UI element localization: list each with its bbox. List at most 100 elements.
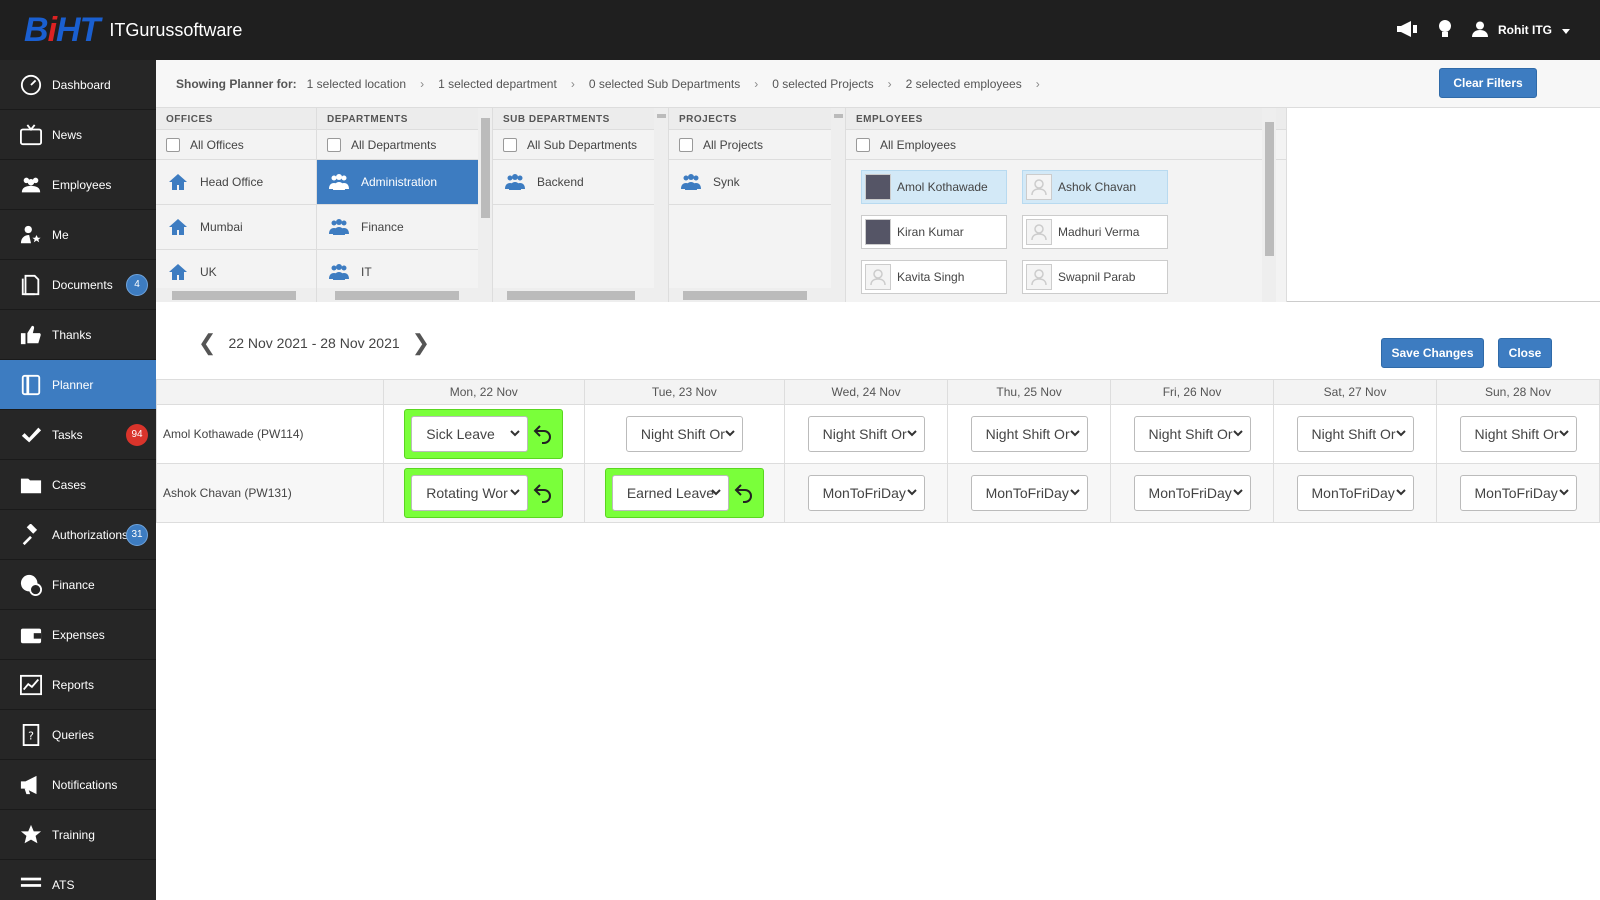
- all-departments-checkbox-row[interactable]: All Departments: [317, 130, 492, 160]
- horizontal-scrollbar[interactable]: [156, 288, 316, 302]
- employee-chip-madhuri-verma[interactable]: Madhuri Verma: [1022, 215, 1168, 249]
- rupee-icon: [20, 574, 52, 596]
- planner-icon: [20, 374, 52, 396]
- previous-week-icon[interactable]: ❮: [198, 330, 216, 356]
- sidebar-item-dashboard[interactable]: Dashboard: [0, 60, 156, 110]
- departments-item-finance[interactable]: Finance: [317, 205, 492, 250]
- filter-panels: OFFICES All Offices Head Office Mumbai UK DE…: [156, 108, 1600, 302]
- next-week-icon[interactable]: ❯: [412, 330, 430, 356]
- save-changes-button[interactable]: Save Changes: [1381, 338, 1484, 368]
- sidebar-item-news[interactable]: News: [0, 110, 156, 160]
- checkbox[interactable]: [503, 137, 517, 152]
- sidebar-item-expenses[interactable]: Expenses: [0, 610, 156, 660]
- employee-chip-kavita-singh[interactable]: Kavita Singh: [861, 260, 1007, 294]
- item-label: Administration: [361, 175, 438, 189]
- sidebar-item-reports[interactable]: Reports: [0, 660, 156, 710]
- all-employees-checkbox-row[interactable]: All Employees: [846, 130, 1286, 160]
- clear-filters-button[interactable]: Clear Filters: [1439, 68, 1537, 98]
- megaphone-icon[interactable]: [1396, 20, 1418, 40]
- vertical-scrollbar[interactable]: [831, 108, 845, 288]
- shift-select[interactable]: MonToFriDay: [1459, 475, 1577, 511]
- shift-select[interactable]: MonToFriDay: [970, 475, 1088, 511]
- horizontal-scrollbar[interactable]: [669, 288, 845, 302]
- filter-crumb[interactable]: 0 selected Sub Departments: [589, 77, 740, 91]
- undo-icon[interactable]: [532, 481, 556, 505]
- departments-panel: DEPARTMENTS All Departments Administration…: [317, 108, 493, 302]
- sidebar-item-ats[interactable]: ATS: [0, 860, 156, 900]
- sidebar-item-notifications[interactable]: Notifications: [0, 760, 156, 810]
- checkbox[interactable]: [166, 137, 180, 152]
- employee-name: Madhuri Verma: [1058, 225, 1140, 239]
- shift-cell-box: Sick Leave: [404, 409, 564, 459]
- horizontal-scrollbar[interactable]: [317, 288, 492, 302]
- shift-select[interactable]: Night Shift Or: [1296, 416, 1414, 452]
- sidebar-item-planner[interactable]: Planner: [0, 360, 156, 410]
- all-subdepartments-checkbox-row[interactable]: All Sub Departments: [493, 130, 668, 160]
- company-logo[interactable]: BiHT: [24, 11, 100, 50]
- filter-crumb[interactable]: 2 selected employees: [906, 77, 1022, 91]
- shift-cell: Night Shift Or: [1110, 404, 1275, 464]
- checkbox[interactable]: [856, 137, 870, 152]
- shift-cell: MonToFriDay: [1436, 463, 1600, 523]
- user-menu[interactable]: Rohit ITG: [1472, 21, 1570, 40]
- undo-icon[interactable]: [532, 422, 556, 446]
- sidebar-item-finance[interactable]: Finance: [0, 560, 156, 610]
- projects-item-synk[interactable]: Synk: [669, 160, 845, 205]
- undo-icon[interactable]: [733, 481, 757, 505]
- offices-item-mumbai[interactable]: Mumbai: [156, 205, 316, 250]
- employee-chip-swapnil-parab[interactable]: Swapnil Parab: [1022, 260, 1168, 294]
- checkbox[interactable]: [327, 137, 341, 152]
- all-projects-checkbox-row[interactable]: All Projects: [669, 130, 845, 160]
- shift-cell-box: MonToFriDay: [1128, 469, 1257, 517]
- vertical-scrollbar[interactable]: [478, 108, 492, 288]
- shift-select[interactable]: Night Shift Or: [970, 416, 1088, 452]
- shift-select[interactable]: Night Shift Or: [1459, 416, 1577, 452]
- sidebar-item-tasks[interactable]: Tasks 94: [0, 410, 156, 460]
- shift-select[interactable]: Night Shift Or: [1133, 416, 1251, 452]
- sidebar-item-thanks[interactable]: Thanks: [0, 310, 156, 360]
- filter-crumb[interactable]: 1 selected location: [307, 77, 406, 91]
- item-label: UK: [200, 265, 217, 279]
- gavel-icon: [20, 523, 52, 546]
- all-offices-checkbox-row[interactable]: All Offices: [156, 130, 316, 160]
- vertical-scrollbar[interactable]: [654, 108, 668, 288]
- lightbulb-icon[interactable]: [1438, 19, 1452, 41]
- shift-value: MonToFriDay: [822, 485, 906, 501]
- shift-select[interactable]: Night Shift Or: [625, 416, 743, 452]
- sidebar-item-training[interactable]: Training: [0, 810, 156, 860]
- shift-select[interactable]: Sick Leave: [411, 416, 529, 452]
- shift-select[interactable]: MonToFriDay: [1133, 475, 1251, 511]
- shift-value: Night Shift Or: [1148, 426, 1233, 442]
- shift-select[interactable]: Rotating Wor: [411, 475, 529, 511]
- shift-select[interactable]: MonToFriDay: [807, 475, 925, 511]
- chevron-right-icon: ›: [420, 76, 425, 91]
- shift-select[interactable]: Night Shift Or: [807, 416, 925, 452]
- day-column-header: Mon, 22 Nov: [383, 379, 585, 405]
- filter-crumb[interactable]: 1 selected department: [438, 77, 557, 91]
- users-icon: [20, 174, 52, 196]
- close-button[interactable]: Close: [1498, 338, 1552, 368]
- departments-item-administration[interactable]: Administration: [317, 160, 492, 205]
- sidebar-item-cases[interactable]: Cases: [0, 460, 156, 510]
- subdepartments-item-backend[interactable]: Backend: [493, 160, 668, 205]
- shift-cell-box: Earned Leave: [604, 468, 764, 518]
- sidebar-item-me[interactable]: Me: [0, 210, 156, 260]
- shift-select[interactable]: MonToFriDay: [1296, 475, 1414, 511]
- checkbox[interactable]: [679, 137, 693, 152]
- question-doc-icon: ?: [20, 723, 52, 746]
- sidebar-item-queries[interactable]: ? Queries: [0, 710, 156, 760]
- employee-chip-amol-kothawade[interactable]: Amol Kothawade: [861, 170, 1007, 204]
- chevron-down-icon: [906, 430, 917, 437]
- sidebar-item-authorizations[interactable]: Authorizations 31: [0, 510, 156, 560]
- offices-item-head-office[interactable]: Head Office: [156, 160, 316, 205]
- vertical-scrollbar[interactable]: [1262, 108, 1276, 302]
- sidebar-item-documents[interactable]: Documents 4: [0, 260, 156, 310]
- sidebar-item-label: Authorizations: [52, 527, 129, 542]
- sidebar-item-employees[interactable]: Employees: [0, 160, 156, 210]
- employee-chip-ashok-chavan[interactable]: Ashok Chavan: [1022, 170, 1168, 204]
- shift-cell: Night Shift Or: [583, 404, 786, 464]
- employee-chip-kiran-kumar[interactable]: Kiran Kumar: [861, 215, 1007, 249]
- horizontal-scrollbar[interactable]: [493, 288, 668, 302]
- shift-select[interactable]: Earned Leave: [611, 475, 729, 511]
- filter-crumb[interactable]: 0 selected Projects: [772, 77, 873, 91]
